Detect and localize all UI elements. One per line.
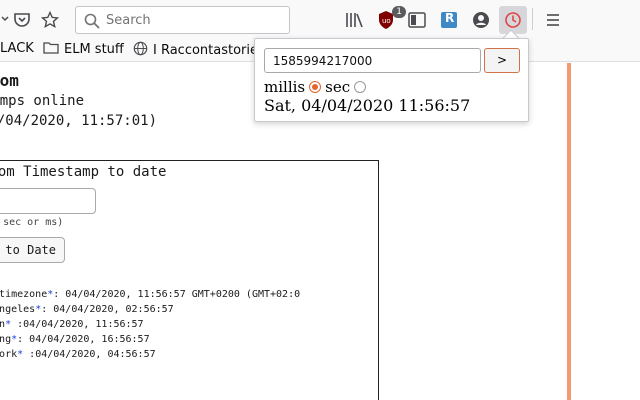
library-icon[interactable]: [342, 8, 366, 32]
timezone-row: rlin* :04/04/2020, 11:56:57: [0, 319, 144, 330]
timestamp-converter-clock-icon[interactable]: [499, 6, 527, 34]
search-input[interactable]: Search: [75, 6, 290, 34]
bookmark-item[interactable]: LACK: [0, 41, 34, 56]
search-icon: [83, 12, 101, 30]
timezone-results: ur timezone*: 04/04/2020, 11:56:57 GMT+0…: [0, 287, 300, 362]
svg-text:uo: uo: [382, 17, 391, 25]
ublock-origin-icon[interactable]: uo 1: [374, 6, 406, 32]
toolbar-separator: [532, 8, 533, 30]
hamburger-menu-icon[interactable]: [541, 8, 565, 32]
bookmark-label: I Raccontastorie: [153, 43, 259, 58]
converter-panel: from Timestamp to date 17 (in sec or ms)…: [0, 160, 379, 400]
timezone-row: ijing*: 04/04/2020, 16:56:57: [0, 334, 150, 345]
bookmark-item-raccontastorie[interactable]: I Raccontastorie: [133, 41, 258, 60]
timestamp-input[interactable]: 17: [0, 188, 96, 214]
extension-r-icon[interactable]: R: [437, 8, 461, 32]
timezone-row: s Angeles*: 04/04/2020, 02:56:57: [0, 304, 174, 315]
input-hint: (in sec or ms): [0, 217, 64, 228]
sidebar-icon[interactable]: [405, 8, 429, 32]
page-right-margin: [571, 63, 640, 400]
popup-convert-button[interactable]: >: [484, 48, 520, 73]
unit-sec-radio[interactable]: [354, 81, 367, 93]
site-current-date: 04/04/2020, 11:57:01): [0, 113, 158, 129]
extension-r-letter: R: [445, 11, 455, 25]
site-title: com: [0, 71, 19, 90]
bookmark-label: ELM stuff: [64, 42, 124, 57]
ublock-badge: 1: [392, 6, 406, 18]
timestamp-popup: 1585994217000 > millis sec Sat, 04/04/20…: [254, 38, 529, 122]
unit-sec-label: sec: [325, 78, 351, 96]
bookmark-label: LACK: [0, 41, 34, 56]
unit-selector: millis sec: [264, 78, 367, 96]
panel-title: from Timestamp to date: [0, 164, 167, 180]
unit-millis-label: millis: [264, 78, 306, 96]
overflow-chevron-icon[interactable]: [0, 7, 10, 31]
bookmark-folder-elm[interactable]: ELM stuff: [43, 41, 124, 58]
popup-result-date: Sat, 04/04/2020 11:56:57: [264, 96, 471, 115]
timezone-row: w York* :04/04/2020, 04:56:57: [0, 349, 156, 360]
unit-millis-radio[interactable]: [309, 81, 322, 93]
bookmark-star-icon[interactable]: [38, 8, 62, 32]
timezone-row: ur timezone*: 04/04/2020, 11:56:57 GMT+0…: [0, 289, 301, 300]
pocket-icon[interactable]: [10, 8, 34, 32]
convert-to-date-button[interactable]: rt to Date: [0, 237, 65, 263]
account-icon[interactable]: [469, 8, 493, 32]
globe-icon: [133, 41, 148, 60]
folder-icon: [43, 41, 59, 58]
search-placeholder: Search: [106, 13, 151, 28]
site-subtitle: estamps online: [0, 93, 85, 109]
browser-toolbar: Search uo 1 R: [0, 0, 640, 38]
popup-timestamp-input[interactable]: 1585994217000: [264, 48, 481, 73]
